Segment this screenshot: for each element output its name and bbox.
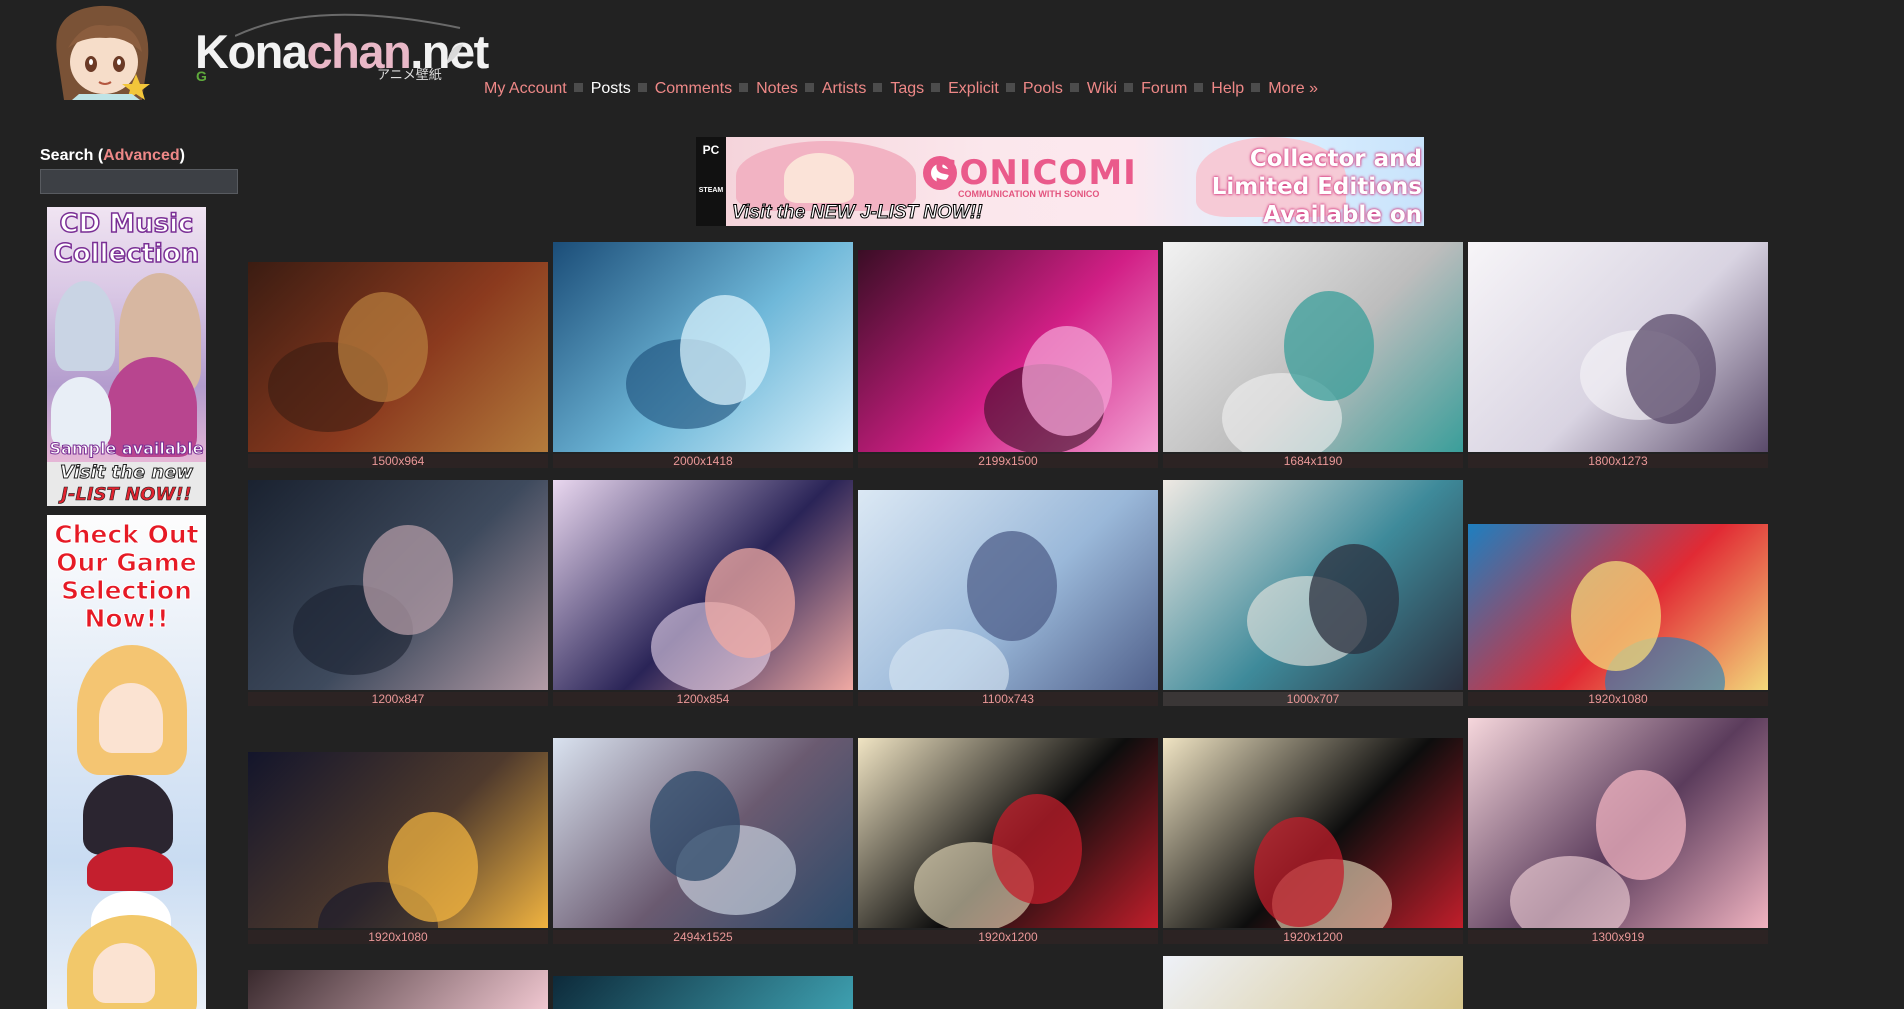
post-preview-image[interactable] [553, 242, 853, 452]
post-thumb[interactable]: 1200x854 [553, 480, 853, 706]
site-g-mark: G [196, 68, 207, 84]
post-thumb[interactable]: 2000x1418 [553, 242, 853, 468]
post-thumb[interactable]: 1300x919 [1468, 718, 1768, 944]
nav-artists[interactable]: Artists [822, 80, 866, 97]
nav-help[interactable]: Help [1211, 80, 1244, 97]
nav-separator [1194, 83, 1204, 92]
game-selection-ad[interactable]: Check Out Our Game Selection Now!! [47, 515, 206, 1009]
post-size-label[interactable]: 1920x1200 [1163, 930, 1463, 944]
post-size-label[interactable]: 1920x1080 [1468, 692, 1768, 706]
post-size-label[interactable]: 1500x964 [248, 454, 548, 468]
banner-right-text: Collector and Limited Editions Available… [1211, 146, 1422, 226]
nav-separator [739, 83, 749, 92]
post-size-label[interactable]: 1684x1190 [1163, 454, 1463, 468]
post-thumb[interactable]: 1920x1080 [1468, 480, 1768, 706]
post-preview-image[interactable] [858, 250, 1158, 452]
sonicomi-banner[interactable]: PC STEAM SONICOMI COMMUNICATION WITH SONI… [696, 137, 1424, 226]
cd-ad-line2: Collection [53, 238, 200, 270]
banner-subtitle: COMMUNICATION WITH SONICO [958, 189, 1100, 199]
post-thumb[interactable]: 1100x743 [858, 480, 1158, 706]
post-preview-image[interactable] [1468, 524, 1768, 690]
post-preview-image[interactable] [553, 480, 853, 690]
post-thumb[interactable]: 1000x707 [1163, 480, 1463, 706]
cd-ad-line1: CD Music [59, 208, 194, 240]
post-size-label[interactable]: 2199x1500 [858, 454, 1158, 468]
site-tagline: アニメ壁紙 [377, 67, 442, 82]
post-preview-image[interactable] [1163, 738, 1463, 928]
post-size-label[interactable]: 1200x847 [248, 692, 548, 706]
post-preview-image[interactable] [248, 262, 548, 452]
post-size-label[interactable]: 1100x743 [858, 692, 1158, 706]
site-mascot[interactable] [44, 0, 164, 100]
nav-forum[interactable]: Forum [1141, 80, 1187, 97]
search-input[interactable] [40, 169, 238, 194]
banner-cta: Visit the NEW J-LIST NOW!! [732, 202, 984, 224]
cd-music-ad[interactable]: CD Music Collection Sample available Vis… [47, 207, 206, 506]
post-preview-image[interactable] [858, 738, 1158, 928]
post-preview-image[interactable] [858, 490, 1158, 690]
post-size-label[interactable]: 1920x1080 [248, 930, 548, 944]
post-size-label[interactable]: 2000x1418 [553, 454, 853, 468]
game-ad-line4: Now!! [84, 604, 169, 633]
post-thumb[interactable] [553, 976, 853, 1009]
post-size-label[interactable]: 2494x1525 [553, 930, 853, 944]
post-thumb[interactable]: 2199x1500 [858, 242, 1158, 468]
post-preview-image[interactable] [248, 480, 548, 690]
nav-more[interactable]: More » [1268, 80, 1318, 97]
cd-ad-cta1: Visit the new [47, 462, 206, 484]
nav-separator [637, 83, 647, 92]
post-thumb[interactable]: 1684x1190 [1163, 242, 1463, 468]
post-thumb[interactable]: 1500x964 [248, 242, 548, 468]
nav-separator [1124, 83, 1134, 92]
nav-separator [1069, 83, 1079, 92]
main-nav: My Account Posts Comments Notes Artists Tags E… [484, 80, 1318, 98]
cd-ad-sample: Sample available [49, 439, 204, 459]
post-thumb[interactable]: 1800x1273 [1468, 242, 1768, 468]
nav-separator [873, 83, 883, 92]
post-thumb[interactable]: 1920x1200 [1163, 718, 1463, 944]
cd-ad-cta2: J-LIST NOW!! [47, 484, 206, 506]
post-size-label[interactable]: 1200x854 [553, 692, 853, 706]
search-heading: Search (Advanced) [40, 147, 185, 164]
nav-separator [931, 83, 941, 92]
site-logo[interactable]: Konachan.net アニメ壁紙 G [195, 8, 489, 88]
nav-my-account[interactable]: My Account [484, 80, 567, 97]
post-thumb[interactable]: 2494x1525 [553, 718, 853, 944]
advanced-search-link[interactable]: Advanced [103, 147, 179, 164]
feather-icon [447, 44, 463, 64]
post-thumb[interactable] [1163, 956, 1463, 1009]
nav-separator [1251, 83, 1261, 92]
post-thumb[interactable] [248, 970, 548, 1009]
post-thumb[interactable]: 1920x1200 [858, 718, 1158, 944]
post-size-label[interactable]: 1800x1273 [1468, 454, 1768, 468]
nav-tags[interactable]: Tags [890, 80, 924, 97]
pc-steam-badge: PC STEAM [696, 137, 726, 226]
nav-wiki[interactable]: Wiki [1087, 80, 1117, 97]
post-preview-image[interactable] [1163, 480, 1463, 690]
nav-posts[interactable]: Posts [591, 80, 631, 97]
post-thumb[interactable]: 1920x1080 [248, 718, 548, 944]
post-preview-image[interactable] [1468, 718, 1768, 928]
post-preview-image[interactable] [553, 738, 853, 928]
game-ad-line1: Check Out [54, 520, 199, 549]
post-size-label[interactable]: 1300x919 [1468, 930, 1768, 944]
post-size-label[interactable]: 1000x707 [1163, 692, 1463, 706]
nav-comments[interactable]: Comments [655, 80, 732, 97]
banner-title: SONICOMI [934, 153, 1137, 193]
post-thumb[interactable]: 1200x847 [248, 480, 548, 706]
post-preview-image[interactable] [248, 752, 548, 928]
nav-explicit[interactable]: Explicit [948, 80, 999, 97]
post-size-label[interactable]: 1920x1200 [858, 930, 1158, 944]
nav-pools[interactable]: Pools [1023, 80, 1063, 97]
game-ad-line3: Selection [61, 576, 193, 605]
post-preview-image[interactable] [1163, 242, 1463, 452]
post-preview-image[interactable] [1468, 242, 1768, 452]
nav-separator [804, 83, 814, 92]
nav-separator [1005, 83, 1015, 92]
nav-separator [573, 83, 583, 92]
nav-notes[interactable]: Notes [756, 80, 798, 97]
swirl-decoration [235, 13, 461, 37]
game-ad-line2: Our Game [56, 548, 197, 577]
